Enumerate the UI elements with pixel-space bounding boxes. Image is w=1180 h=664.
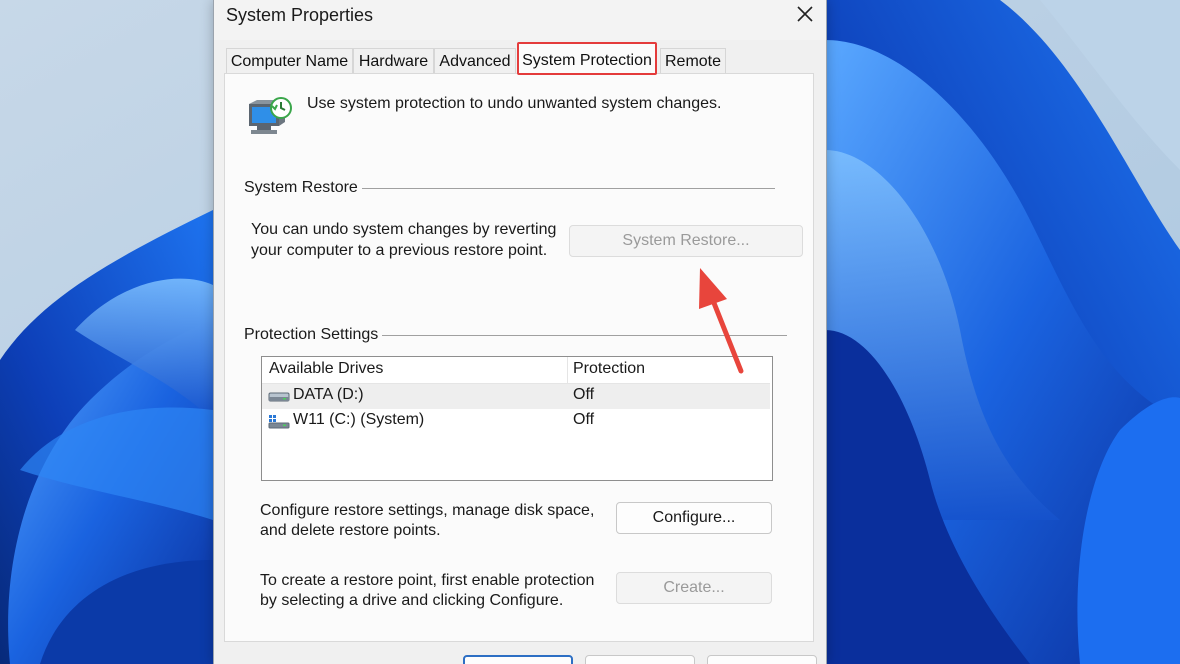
tab-computer-name[interactable]: Computer Name	[226, 48, 353, 73]
intro-text: Use system protection to undo unwanted s…	[307, 95, 722, 112]
close-button[interactable]	[782, 0, 826, 32]
create-button[interactable]: Create...	[616, 572, 772, 604]
apply-button[interactable]	[707, 655, 817, 664]
drive-name: W11 (C:) (System)	[293, 411, 425, 428]
listview-header: Available Drives Protection	[262, 357, 770, 384]
drive-row-data[interactable]: DATA (D:) Off	[262, 384, 770, 409]
tab-hardware[interactable]: Hardware	[353, 48, 434, 73]
system-restore-group-label: System Restore	[244, 179, 362, 197]
drives-listview[interactable]: Available Drives Protection DATA (D:) Of…	[261, 356, 773, 481]
tab-remote[interactable]: Remote	[660, 48, 726, 73]
window-title: System Properties	[226, 5, 374, 25]
create-description-1: To create a restore point, first enable …	[260, 572, 595, 589]
close-icon	[797, 6, 813, 22]
column-header-protection[interactable]: Protection	[573, 360, 645, 378]
tab-panel: Use system protection to undo unwanted s…	[224, 73, 814, 642]
column-separator[interactable]	[567, 357, 568, 383]
drive-protection-status: Off	[573, 386, 595, 403]
title-bar: System Properties	[214, 0, 826, 40]
configure-description-1: Configure restore settings, manage disk …	[260, 502, 595, 519]
system-drive-icon	[268, 415, 290, 429]
configure-description-2: and delete restore points.	[260, 522, 441, 539]
system-protection-icon	[249, 97, 292, 134]
hard-drive-icon	[268, 392, 290, 402]
cancel-button[interactable]	[585, 655, 695, 664]
configure-button[interactable]: Configure...	[616, 502, 772, 534]
system-restore-button[interactable]: System Restore...	[569, 225, 803, 257]
tab-system-protection[interactable]: System Protection	[517, 42, 657, 75]
ok-button[interactable]	[463, 655, 573, 664]
drive-row-system[interactable]: W11 (C:) (System) Off	[262, 409, 770, 434]
tab-advanced[interactable]: Advanced	[434, 48, 516, 73]
create-description-2: by selecting a drive and clicking Config…	[260, 592, 564, 609]
protection-settings-group-label: Protection Settings	[244, 326, 383, 344]
system-restore-description-2: your computer to a previous restore poin…	[251, 242, 548, 259]
drive-name: DATA (D:)	[293, 386, 364, 403]
drive-protection-status: Off	[573, 411, 595, 428]
column-header-drives[interactable]: Available Drives	[269, 360, 383, 378]
system-restore-description-1: You can undo system changes by reverting	[251, 221, 557, 238]
system-properties-dialog: System Properties Computer Name Hardware…	[213, 0, 827, 664]
